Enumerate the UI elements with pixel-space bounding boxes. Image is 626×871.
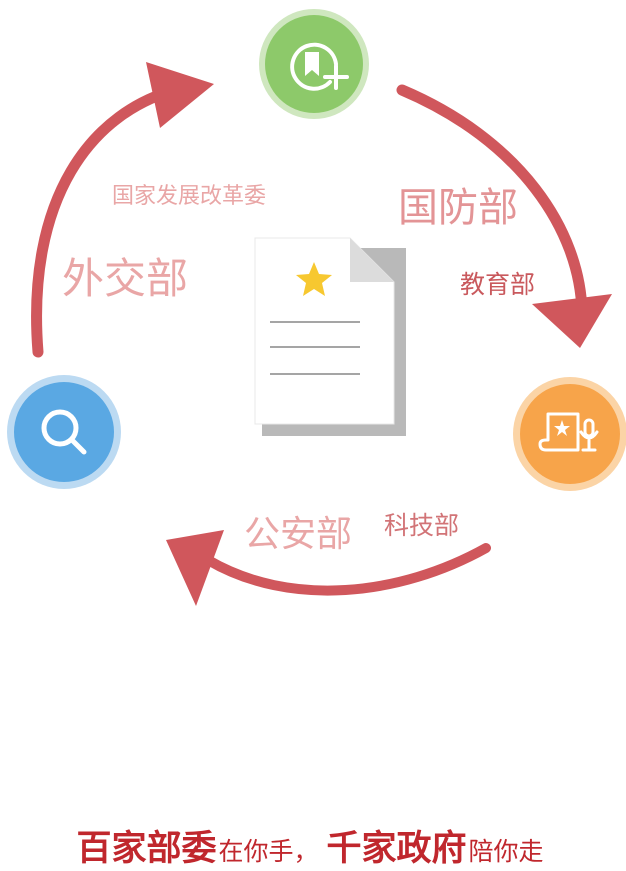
label-guofang: 国防部 — [398, 185, 518, 231]
label-jiaoyu: 教育部 — [460, 270, 536, 299]
circle-right — [513, 377, 626, 491]
tagline-part4: 陪你走 — [468, 837, 544, 866]
label-gongan: 公安部 — [244, 514, 353, 555]
cycle-diagram — [7, 9, 626, 606]
label-fazhan: 国家发展改革委 — [112, 184, 267, 209]
tagline-part2: 在你手， — [218, 837, 319, 866]
circle-left — [7, 375, 121, 489]
label-keji: 科技部 — [384, 511, 460, 540]
circle-top — [259, 9, 369, 119]
tagline-part3: 千家政府 — [326, 829, 467, 869]
tagline-part1: 百家部委 — [76, 829, 217, 869]
document-star-icon — [254, 237, 406, 436]
tagline: 百家部委 在你手， 千家政府 陪你走 — [0, 820, 626, 869]
label-waijiao: 外交部 — [62, 254, 189, 303]
